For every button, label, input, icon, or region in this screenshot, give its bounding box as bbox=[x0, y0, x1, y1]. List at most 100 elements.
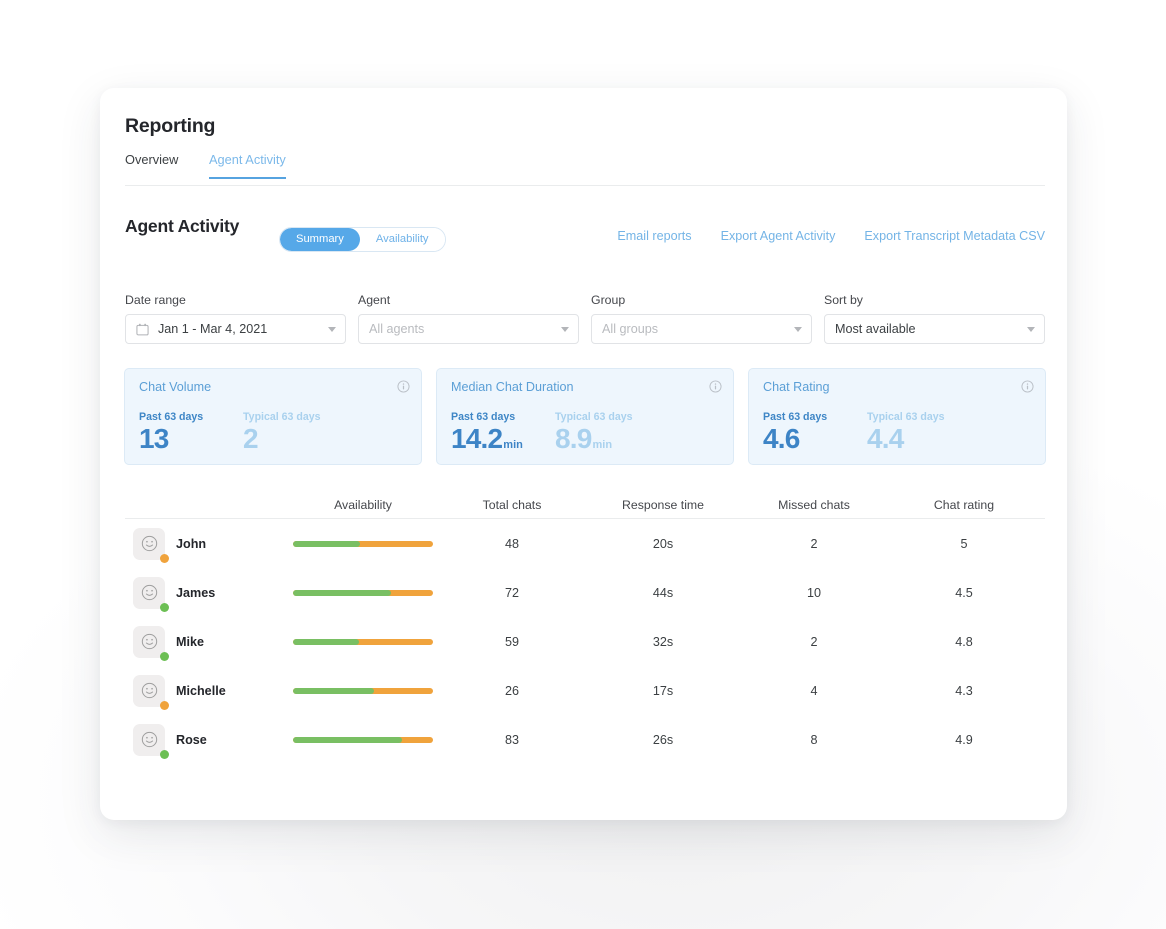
group-select[interactable]: All groups bbox=[591, 314, 812, 344]
availability-cell bbox=[289, 688, 437, 694]
availability-bar-fill bbox=[293, 737, 402, 743]
response-time-cell: 44s bbox=[587, 586, 739, 600]
status-dot-online bbox=[160, 750, 169, 759]
agent-cell: Mike bbox=[125, 626, 289, 658]
stat-past: Past 63 days 4.6 bbox=[763, 411, 867, 453]
column-header-chat-rating: Chat rating bbox=[889, 498, 1039, 512]
toggle-availability[interactable]: Availability bbox=[360, 228, 445, 251]
missed-chats-cell: 4 bbox=[739, 684, 889, 698]
missed-chats-cell: 8 bbox=[739, 733, 889, 747]
table-row[interactable]: James7244s104.5 bbox=[125, 568, 1045, 617]
availability-cell bbox=[289, 639, 437, 645]
availability-cell bbox=[289, 590, 437, 596]
total-chats-cell: 48 bbox=[437, 537, 587, 551]
view-toggle[interactable]: Summary Availability bbox=[279, 227, 446, 252]
chevron-down-icon bbox=[328, 327, 336, 332]
stat-past-value: 14.2min bbox=[451, 424, 555, 453]
chevron-down-icon bbox=[561, 327, 569, 332]
date-range-value: Jan 1 - Mar 4, 2021 bbox=[158, 322, 267, 336]
avatar bbox=[133, 724, 165, 756]
chat-rating-cell: 5 bbox=[889, 537, 1039, 551]
chevron-down-icon bbox=[1027, 327, 1035, 332]
column-header-missed-chats: Missed chats bbox=[739, 498, 889, 512]
response-time-cell: 32s bbox=[587, 635, 739, 649]
filter-date-range: Date range Jan 1 - Mar 4, 2021 bbox=[125, 293, 346, 344]
filter-agent-label: Agent bbox=[358, 293, 579, 307]
filter-sort-by: Sort by Most available bbox=[824, 293, 1045, 344]
agent-name: Rose bbox=[176, 733, 207, 747]
tab-bar: Overview Agent Activity bbox=[125, 152, 1045, 186]
avatar bbox=[133, 626, 165, 658]
filter-sort-by-label: Sort by bbox=[824, 293, 1045, 307]
total-chats-cell: 26 bbox=[437, 684, 587, 698]
info-icon[interactable] bbox=[1021, 380, 1034, 393]
email-reports-link[interactable]: Email reports bbox=[617, 229, 691, 243]
availability-bar-fill bbox=[293, 639, 359, 645]
stat-typical-value: 4.4 bbox=[867, 424, 971, 453]
sort-by-value: Most available bbox=[835, 322, 916, 336]
agent-select[interactable]: All agents bbox=[358, 314, 579, 344]
export-agent-activity-link[interactable]: Export Agent Activity bbox=[721, 229, 836, 243]
availability-cell bbox=[289, 737, 437, 743]
info-icon[interactable] bbox=[709, 380, 722, 393]
date-range-select[interactable]: Jan 1 - Mar 4, 2021 bbox=[125, 314, 346, 344]
avatar bbox=[133, 675, 165, 707]
stat-typical: Typical 63 days 2 bbox=[243, 411, 347, 453]
agent-name: Michelle bbox=[176, 684, 226, 698]
table-row[interactable]: Rose8326s84.9 bbox=[125, 715, 1045, 764]
response-time-cell: 17s bbox=[587, 684, 739, 698]
missed-chats-cell: 10 bbox=[739, 586, 889, 600]
stat-card-title: Chat Volume bbox=[139, 380, 407, 394]
stat-past-unit: min bbox=[503, 439, 523, 451]
agent-name: Mike bbox=[176, 635, 204, 649]
page-title: Reporting bbox=[125, 115, 215, 138]
agent-cell: James bbox=[125, 577, 289, 609]
stat-card-title: Chat Rating bbox=[763, 380, 1031, 394]
response-time-cell: 26s bbox=[587, 733, 739, 747]
stat-cards: Chat Volume Past 63 days 13 Typical 63 d… bbox=[124, 368, 1046, 465]
agent-cell: Michelle bbox=[125, 675, 289, 707]
availability-bar-fill bbox=[293, 590, 391, 596]
filter-agent: Agent All agents bbox=[358, 293, 579, 344]
export-transcript-metadata-csv-link[interactable]: Export Transcript Metadata CSV bbox=[864, 229, 1045, 243]
availability-cell bbox=[289, 541, 437, 547]
table-body: John4820s25James7244s104.5Mike5932s24.8M… bbox=[125, 519, 1045, 764]
stat-past-caption: Past 63 days bbox=[451, 411, 555, 423]
agent-name: James bbox=[176, 586, 215, 600]
smiley-icon bbox=[141, 731, 158, 748]
agent-cell: John bbox=[125, 528, 289, 560]
table-header-row: Availability Total chats Response time M… bbox=[125, 491, 1045, 519]
stat-past-caption: Past 63 days bbox=[139, 411, 243, 423]
column-header-availability: Availability bbox=[289, 498, 437, 512]
stat-past-value: 13 bbox=[139, 424, 243, 453]
chat-rating-cell: 4.3 bbox=[889, 684, 1039, 698]
stat-typical: Typical 63 days 4.4 bbox=[867, 411, 971, 453]
availability-bar bbox=[293, 541, 433, 547]
chat-rating-cell: 4.9 bbox=[889, 733, 1039, 747]
table-row[interactable]: John4820s25 bbox=[125, 519, 1045, 568]
table-row[interactable]: Mike5932s24.8 bbox=[125, 617, 1045, 666]
tab-overview[interactable]: Overview bbox=[125, 152, 178, 177]
availability-bar bbox=[293, 737, 433, 743]
sort-by-select[interactable]: Most available bbox=[824, 314, 1045, 344]
toggle-summary[interactable]: Summary bbox=[280, 228, 360, 251]
chevron-down-icon bbox=[794, 327, 802, 332]
availability-bar bbox=[293, 688, 433, 694]
stat-past: Past 63 days 14.2min bbox=[451, 411, 555, 453]
table-row[interactable]: Michelle 2617s44.3 bbox=[125, 666, 1045, 715]
stat-typical-caption: Typical 63 days bbox=[867, 411, 971, 423]
tab-agent-activity[interactable]: Agent Activity bbox=[209, 152, 286, 179]
section-title: Agent Activity bbox=[125, 216, 239, 237]
stat-card-chat-rating: Chat Rating Past 63 days 4.6 Typical 63 … bbox=[748, 368, 1046, 465]
agent-value: All agents bbox=[369, 322, 424, 336]
status-dot-online bbox=[160, 652, 169, 661]
stat-typical-unit: min bbox=[593, 439, 613, 451]
total-chats-cell: 59 bbox=[437, 635, 587, 649]
smiley-icon bbox=[141, 535, 158, 552]
filter-group-label: Group bbox=[591, 293, 812, 307]
stat-past-value: 4.6 bbox=[763, 424, 867, 453]
missed-chats-cell: 2 bbox=[739, 537, 889, 551]
column-header-response-time: Response time bbox=[587, 498, 739, 512]
info-icon[interactable] bbox=[397, 380, 410, 393]
availability-bar-fill bbox=[293, 541, 360, 547]
